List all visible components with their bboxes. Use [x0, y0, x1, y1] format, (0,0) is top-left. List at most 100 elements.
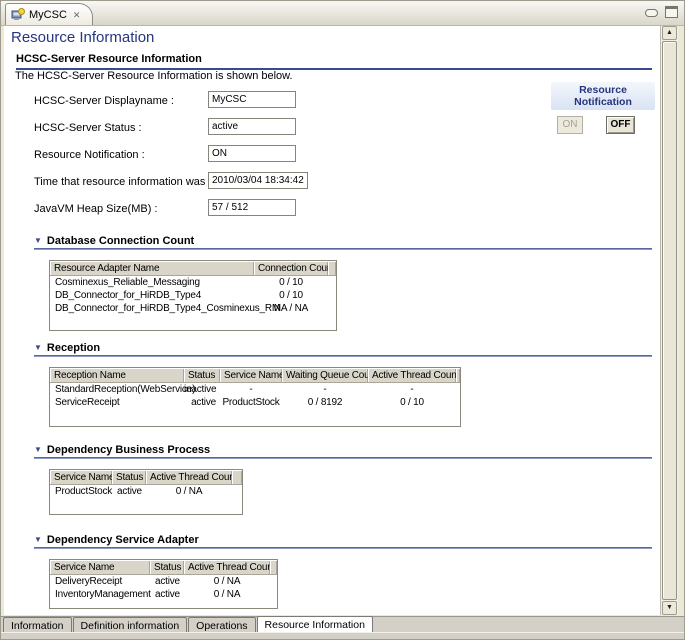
- table-row[interactable]: Cosminexus_Reliable_Messaging0 / 10: [50, 276, 336, 289]
- table-cell-filler: [270, 588, 277, 601]
- description-text: The HCSC-Server Resource Information is …: [15, 70, 293, 82]
- application-window: MyCSC ✕ Resource Information HCSC-Server…: [0, 0, 685, 640]
- resource-notification-panel: Resource Notification ON OFF: [551, 82, 655, 140]
- column-header[interactable]: Status: [184, 368, 220, 383]
- column-header-filler: [328, 261, 336, 276]
- table-cell-filler: [270, 575, 277, 588]
- column-header-filler: [270, 560, 277, 575]
- column-header[interactable]: Service Name: [50, 470, 112, 485]
- field-label: HCSC-Server Displayname :: [34, 95, 174, 107]
- notification-on-button[interactable]: ON: [557, 116, 583, 134]
- table-cell: DB_Connector_for_HiRDB_Type4: [50, 289, 254, 302]
- table-cell-filler: [456, 383, 460, 396]
- table-header-row: Resource Adapter NameConnection Count: [50, 261, 336, 276]
- collapse-triangle-icon: ▼: [34, 536, 42, 544]
- field-value-box[interactable]: ON: [208, 145, 296, 162]
- csc-server-icon: [11, 8, 25, 22]
- table-row[interactable]: ProductStockactive0 / NA: [50, 485, 242, 498]
- field-value-box[interactable]: 2010/03/04 18:34:42: [208, 172, 308, 189]
- table-cell: InventoryManagement: [50, 588, 150, 601]
- scrollbar-thumb[interactable]: [662, 41, 677, 600]
- section-rule: [34, 457, 652, 459]
- data-table: Service NameStatusActive Thread CountPro…: [49, 469, 243, 515]
- table-row[interactable]: DB_Connector_for_HiRDB_Type4_Cosminexus_…: [50, 302, 336, 315]
- section-toggle[interactable]: ▼ Database Connection Count: [34, 234, 652, 247]
- editor-tab-label: MyCSC: [29, 9, 67, 21]
- column-header[interactable]: Resource Adapter Name: [50, 261, 254, 276]
- section-title: Database Connection Count: [47, 235, 194, 247]
- scroll-down-arrow-icon[interactable]: ▼: [662, 601, 677, 615]
- table-header-row: Reception NameStatusService NameWaiting …: [50, 368, 460, 383]
- table-cell: Cosminexus_Reliable_Messaging: [50, 276, 254, 289]
- column-header[interactable]: Status: [150, 560, 184, 575]
- section-rule: [34, 547, 652, 549]
- field-label: JavaVM Heap Size(MB) :: [34, 203, 157, 215]
- window-bottom-edge: [1, 632, 684, 639]
- scroll-up-arrow-icon[interactable]: ▲: [662, 26, 677, 40]
- field-value-box[interactable]: 57 / 512: [208, 199, 296, 216]
- column-header-filler: [456, 368, 460, 383]
- table-cell: -: [368, 383, 456, 396]
- table-cell: ProductStock: [220, 396, 282, 409]
- table-row[interactable]: DeliveryReceiptactive0 / NA: [50, 575, 277, 588]
- section-toggle[interactable]: ▼ Dependency Service Adapter: [34, 533, 652, 546]
- section-rule: [34, 355, 652, 357]
- data-table: Service NameStatusActive Thread CountDel…: [49, 559, 278, 609]
- table-cell: inactive: [184, 383, 220, 396]
- table-cell: DeliveryReceipt: [50, 575, 150, 588]
- field-value-box[interactable]: active: [208, 118, 296, 135]
- column-header[interactable]: Reception Name: [50, 368, 184, 383]
- column-header[interactable]: Waiting Queue Count: [282, 368, 368, 383]
- table-cell: 0 / NA: [184, 588, 270, 601]
- collapse-triangle-icon: ▼: [34, 237, 42, 245]
- table-cell: active: [184, 396, 220, 409]
- table-cell: StandardReception(WebService): [50, 383, 184, 396]
- section-database-connection-count: ▼ Database Connection Count Resource Adapt…: [4, 234, 652, 331]
- collapse-triangle-icon: ▼: [34, 446, 42, 454]
- table-cell: active: [150, 575, 184, 588]
- notification-off-button[interactable]: OFF: [606, 116, 635, 134]
- table-cell-filler: [328, 276, 336, 289]
- table-row[interactable]: ServiceReceiptactiveProductStock0 / 8192…: [50, 396, 460, 409]
- editor-tab-mycsc[interactable]: MyCSC ✕: [5, 3, 93, 25]
- table-cell-filler: [328, 289, 336, 302]
- maximize-view-button[interactable]: [665, 6, 678, 17]
- collapse-triangle-icon: ▼: [34, 344, 42, 352]
- column-header[interactable]: Active Thread Count: [146, 470, 232, 485]
- section-toggle[interactable]: ▼ Reception: [34, 341, 652, 354]
- section-title: Dependency Service Adapter: [47, 534, 199, 546]
- table-cell: 0 / 10: [254, 276, 328, 289]
- table-cell: ServiceReceipt: [50, 396, 184, 409]
- data-table: Resource Adapter NameConnection CountCos…: [49, 260, 337, 331]
- section-toggle[interactable]: ▼ Dependency Business Process: [34, 443, 652, 456]
- column-header[interactable]: Service Name: [220, 368, 282, 383]
- resource-notification-title: Resource Notification: [551, 82, 655, 110]
- column-header[interactable]: Status: [112, 470, 146, 485]
- table-cell: 0 / 10: [254, 289, 328, 302]
- table-cell: active: [112, 485, 146, 498]
- field-label: Resource Notification :: [34, 149, 145, 161]
- table-cell: 0 / 8192: [282, 396, 368, 409]
- server-info-form: HCSC-Server Displayname : MyCSCHCSC-Serve…: [4, 88, 544, 223]
- table-row[interactable]: DB_Connector_for_HiRDB_Type40 / 10: [50, 289, 336, 302]
- column-header[interactable]: Active Thread Count: [368, 368, 456, 383]
- form-field-row: HCSC-Server Displayname : MyCSC: [4, 88, 544, 115]
- form-field-row: JavaVM Heap Size(MB) : 57 / 512: [4, 196, 544, 223]
- table-row[interactable]: InventoryManagementactive0 / NA: [50, 588, 277, 601]
- form-field-row: Resource Notification : ON: [4, 142, 544, 169]
- table-row[interactable]: StandardReception(WebService)inactive---: [50, 383, 460, 396]
- table-cell-filler: [328, 302, 336, 315]
- section-rule: [34, 248, 652, 250]
- section-title: Reception: [47, 342, 100, 354]
- minimize-view-button[interactable]: [645, 6, 658, 17]
- editor-tab-bar: MyCSC ✕: [1, 1, 684, 26]
- column-header[interactable]: Service Name: [50, 560, 150, 575]
- close-tab-icon[interactable]: ✕: [71, 9, 83, 21]
- table-cell: DB_Connector_for_HiRDB_Type4_Cosminexus_…: [50, 302, 254, 315]
- field-value-box[interactable]: MyCSC: [208, 91, 296, 108]
- column-header[interactable]: Active Thread Count: [184, 560, 270, 575]
- section-title: Dependency Business Process: [47, 444, 210, 456]
- section-dependency-service-adapter: ▼ Dependency Service Adapter Service NameS…: [4, 533, 652, 609]
- column-header[interactable]: Connection Count: [254, 261, 328, 276]
- vertical-scrollbar[interactable]: ▲ ▼: [660, 26, 678, 615]
